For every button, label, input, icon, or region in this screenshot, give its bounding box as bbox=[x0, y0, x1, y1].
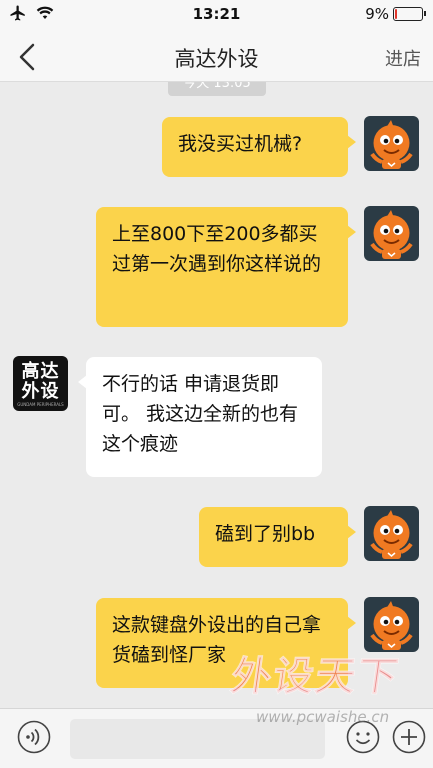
status-bar: 13:21 9% bbox=[0, 0, 433, 30]
mascot-avatar-icon bbox=[370, 120, 413, 169]
avatar[interactable] bbox=[364, 506, 419, 561]
message-text: 这款键盘外设出的自己拿货磕到怪厂家 bbox=[112, 614, 322, 666]
voice-button[interactable] bbox=[17, 720, 51, 754]
avatar[interactable] bbox=[364, 116, 419, 171]
message-bubble-sent[interactable]: 这款键盘外设出的自己拿货磕到怪厂家 bbox=[96, 598, 356, 688]
message-text: 我没买过机械? bbox=[178, 133, 303, 155]
plus-icon bbox=[392, 720, 426, 754]
plus-button[interactable] bbox=[392, 720, 426, 754]
mascot-avatar-icon bbox=[370, 510, 413, 559]
message-text: 上至800下至200多都买过第一次遇到你这样说的 bbox=[112, 223, 322, 275]
enter-shop-button[interactable]: 进店 bbox=[385, 45, 421, 71]
message-bubble-sent[interactable]: 磕到了别bb bbox=[199, 507, 356, 567]
message-input[interactable] bbox=[70, 719, 325, 759]
battery-icon bbox=[393, 7, 426, 21]
shop-logo-line1: 高达 bbox=[21, 361, 60, 382]
message-timestamp: 今天 13:05 bbox=[168, 82, 266, 96]
avatar[interactable] bbox=[364, 597, 419, 652]
input-bar bbox=[0, 708, 433, 768]
mascot-avatar-icon bbox=[370, 210, 413, 259]
emoji-button[interactable] bbox=[346, 720, 380, 754]
message-text: 不行的话 申请退货即可。 我这边全新的也有这个痕迹 bbox=[102, 373, 299, 455]
battery-percent: 9% bbox=[365, 5, 389, 23]
shop-logo-line2: 外设 bbox=[21, 381, 60, 402]
message-bubble-sent[interactable]: 我没买过机械? bbox=[162, 117, 356, 177]
message-bubble-sent[interactable]: 上至800下至200多都买过第一次遇到你这样说的 bbox=[96, 207, 356, 327]
shop-avatar[interactable]: 高达 外设 GUNDAM PERIPHERALS bbox=[13, 356, 68, 411]
status-right: 9% bbox=[365, 5, 426, 23]
avatar[interactable] bbox=[364, 206, 419, 261]
message-text: 磕到了别bb bbox=[215, 523, 316, 545]
shop-logo-line3: GUNDAM PERIPHERALS bbox=[17, 402, 64, 407]
mascot-avatar-icon bbox=[370, 601, 413, 650]
message-bubble-received[interactable]: 不行的话 申请退货即可。 我这边全新的也有这个痕迹 bbox=[78, 357, 322, 477]
page-title: 高达外设 bbox=[174, 47, 259, 71]
battery-level bbox=[395, 9, 397, 19]
emoji-icon bbox=[346, 720, 380, 754]
voice-icon bbox=[17, 720, 51, 754]
nav-bar: 高达外设 进店 bbox=[0, 30, 433, 82]
